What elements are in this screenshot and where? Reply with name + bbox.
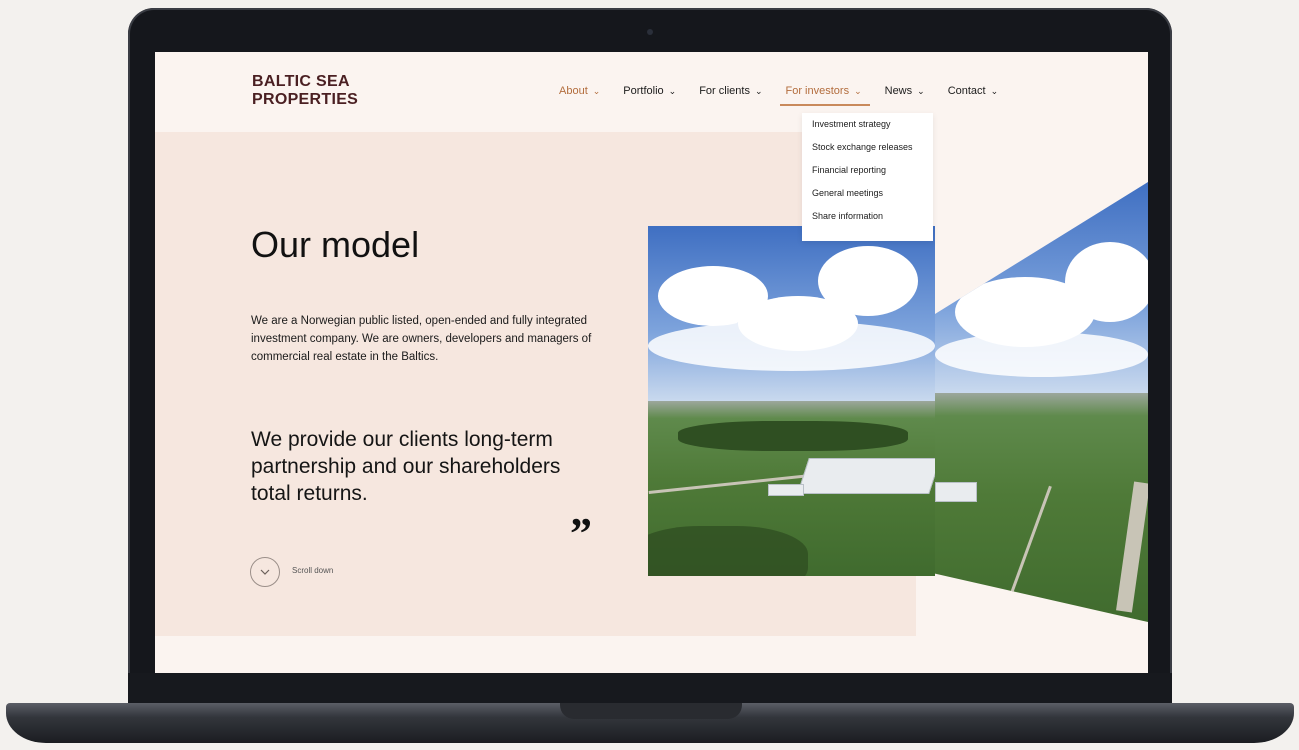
nav-item-label: About bbox=[559, 85, 588, 97]
page-title: Our model bbox=[251, 224, 420, 265]
logo-line-1: BALTIC SEA bbox=[252, 73, 350, 90]
nav-item-news[interactable]: News ⌄ bbox=[885, 85, 925, 97]
chevron-down-icon: ⌄ bbox=[754, 85, 763, 96]
chevron-down-icon: ⌄ bbox=[854, 85, 862, 96]
main-nav: About ⌄ Portfolio ⌄ For clients ⌄ For in… bbox=[559, 85, 1021, 106]
website-screen: BALTIC SEA PROPERTIES About ⌄ Portfolio … bbox=[155, 52, 1148, 673]
chevron-down-icon: ⌄ bbox=[592, 85, 601, 96]
nav-item-label: For clients bbox=[699, 85, 750, 97]
cloud bbox=[818, 246, 918, 316]
nav-item-label: Contact bbox=[947, 85, 986, 97]
intro-paragraph: We are a Norwegian public listed, open-e… bbox=[251, 315, 592, 363]
quote-mark-icon: ” bbox=[570, 509, 592, 558]
site-logo[interactable]: BALTIC SEA PROPERTIES bbox=[252, 73, 358, 109]
nav-item-label: For investors bbox=[785, 85, 850, 97]
scroll-down-button[interactable] bbox=[250, 557, 280, 587]
warehouse bbox=[768, 484, 804, 496]
dropdown-item-share-information[interactable]: Share information bbox=[802, 211, 933, 234]
cloud bbox=[935, 332, 1148, 377]
chevron-down-icon: ⌄ bbox=[668, 85, 677, 96]
nav-item-contact[interactable]: Contact ⌄ bbox=[948, 85, 998, 97]
nav-item-label: Portfolio bbox=[623, 85, 664, 97]
nav-item-label: News bbox=[884, 85, 913, 97]
laptop-notch bbox=[560, 703, 742, 719]
logo-line-2: PROPERTIES bbox=[252, 91, 359, 108]
scroll-down-label: Scroll down bbox=[292, 566, 334, 575]
nav-item-about[interactable]: About ⌄ bbox=[559, 85, 600, 97]
cloud bbox=[648, 321, 935, 371]
hero-photo-left bbox=[648, 226, 935, 576]
dropdown-item-stock-exchange-releases[interactable]: Stock exchange releases bbox=[802, 142, 933, 165]
chevron-down-icon: ⌄ bbox=[917, 85, 925, 96]
camera bbox=[647, 29, 653, 35]
investors-dropdown-menu: Investment strategy Stock exchange relea… bbox=[802, 113, 933, 241]
hero-photo-right bbox=[935, 182, 1148, 622]
forest bbox=[648, 526, 808, 576]
dropdown-item-investment-strategy[interactable]: Investment strategy bbox=[802, 119, 933, 142]
nav-item-for-clients[interactable]: For clients ⌄ bbox=[699, 85, 762, 97]
laptop-bezel bbox=[128, 673, 1172, 704]
cloud bbox=[1065, 242, 1148, 322]
quote-text: We provide our clients long-term partner… bbox=[251, 428, 561, 505]
nav-item-for-investors[interactable]: For investors ⌄ bbox=[779, 85, 870, 106]
chevron-down-icon bbox=[260, 569, 270, 575]
dropdown-item-general-meetings[interactable]: General meetings bbox=[802, 188, 933, 211]
warehouse bbox=[797, 458, 935, 494]
dropdown-item-financial-reporting[interactable]: Financial reporting bbox=[802, 165, 933, 188]
forest bbox=[678, 421, 908, 451]
warehouse bbox=[935, 482, 977, 502]
chevron-down-icon: ⌄ bbox=[990, 85, 999, 96]
nav-item-portfolio[interactable]: Portfolio ⌄ bbox=[623, 85, 676, 97]
